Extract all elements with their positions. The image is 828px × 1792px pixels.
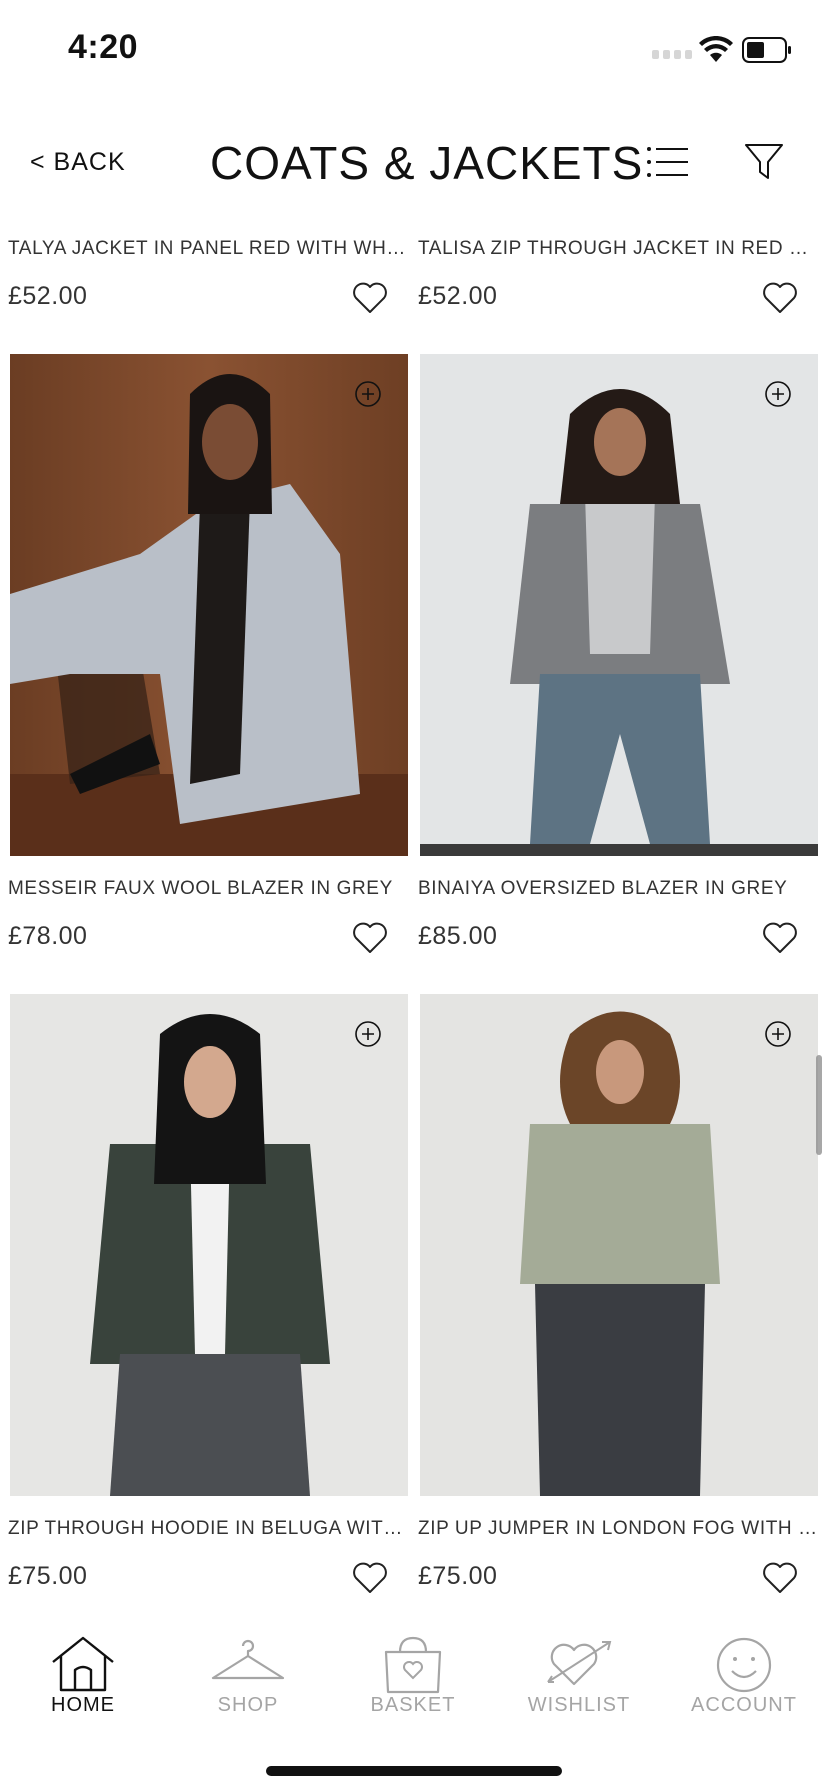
tab-label: BASKET <box>370 1694 456 1716</box>
tab-basket[interactable]: BASKET <box>338 1618 488 1718</box>
model-photo-beluga-hoodie <box>10 994 408 1496</box>
product-name[interactable]: ZIP THROUGH HOODIE IN BELUGA WITH 'M' EM… <box>8 1518 408 1540</box>
product-name[interactable]: BINAIYA OVERSIZED BLAZER IN GREY <box>418 878 818 900</box>
heart-arrow-icon <box>547 1641 612 1686</box>
cellular-signal-icon <box>652 50 692 59</box>
product-image[interactable] <box>420 354 818 856</box>
wishlist-heart-icon[interactable] <box>352 282 388 314</box>
product-price: £85.00 <box>418 922 498 950</box>
product-price: £52.00 <box>418 282 498 310</box>
product-name[interactable]: MESSEIR FAUX WOOL BLAZER IN GREY <box>8 878 408 900</box>
quick-add-icon[interactable] <box>354 380 382 408</box>
product-image[interactable] <box>10 354 408 856</box>
product-price: £75.00 <box>8 1562 88 1590</box>
product-image[interactable] <box>420 994 818 1496</box>
model-photo-oversized-blazer <box>420 354 818 856</box>
list-view-icon[interactable] <box>646 144 688 180</box>
product-price: £78.00 <box>8 922 88 950</box>
hanger-icon <box>211 1639 285 1680</box>
filter-icon[interactable] <box>744 142 784 182</box>
tab-label: ACCOUNT <box>691 1694 797 1716</box>
model-photo-grey-blazer <box>10 354 408 856</box>
product-name[interactable]: TALISA ZIP THROUGH JACKET IN RED WITH WH… <box>418 238 818 260</box>
tab-label: HOME <box>51 1694 115 1716</box>
scrollbar[interactable] <box>816 1055 822 1155</box>
wishlist-heart-icon[interactable] <box>762 922 798 954</box>
quick-add-icon[interactable] <box>764 1020 792 1048</box>
product-name[interactable]: ZIP UP JUMPER IN LONDON FOG WITH 'MOTEL'… <box>418 1518 818 1540</box>
wishlist-heart-icon[interactable] <box>352 922 388 954</box>
product-price: £52.00 <box>8 282 88 310</box>
wishlist-heart-icon[interactable] <box>352 1562 388 1594</box>
battery-icon <box>742 37 791 63</box>
tab-bar: HOME SHOP BASKET WISHLIST ACCOUNT <box>0 1618 828 1718</box>
status-bar: 4:20 <box>0 0 828 100</box>
quick-add-icon[interactable] <box>354 1020 382 1048</box>
status-time: 4:20 <box>68 28 139 66</box>
product-price: £75.00 <box>418 1562 498 1590</box>
tab-shop[interactable]: SHOP <box>173 1618 323 1718</box>
tab-home[interactable]: HOME <box>8 1618 158 1718</box>
tab-label: SHOP <box>217 1694 279 1716</box>
product-image[interactable] <box>10 994 408 1496</box>
wishlist-heart-icon[interactable] <box>762 282 798 314</box>
model-photo-london-fog-jumper <box>420 994 818 1496</box>
product-name[interactable]: TALYA JACKET IN PANEL RED WITH WHITE <box>8 238 408 260</box>
smiley-icon <box>716 1637 772 1693</box>
product-grid: TALYA JACKET IN PANEL RED WITH WHITE £52… <box>0 210 828 1610</box>
home-indicator <box>266 1766 562 1776</box>
wifi-icon <box>699 36 733 62</box>
tab-account[interactable]: ACCOUNT <box>669 1618 819 1718</box>
back-button[interactable]: < BACK <box>30 148 126 177</box>
tab-label: WISHLIST <box>527 1694 631 1716</box>
nav-header: < BACK COATS & JACKETS <box>0 118 828 210</box>
tab-wishlist[interactable]: WISHLIST <box>504 1618 654 1718</box>
home-icon <box>52 1636 114 1692</box>
page-title: COATS & JACKETS <box>210 137 644 189</box>
basket-icon <box>384 1636 442 1694</box>
quick-add-icon[interactable] <box>764 380 792 408</box>
wishlist-heart-icon[interactable] <box>762 1562 798 1594</box>
